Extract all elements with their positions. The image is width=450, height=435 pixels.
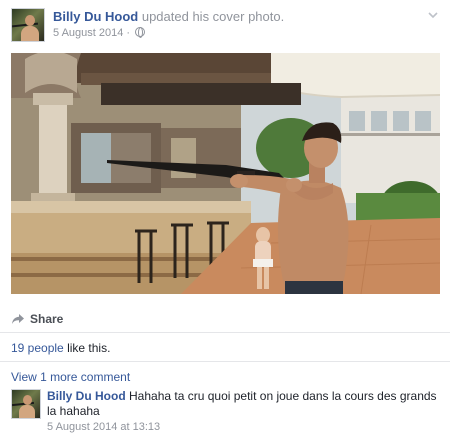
post-header: Billy Du Hood updated his cover photo. xyxy=(53,9,284,24)
post-action-text: updated his cover photo. xyxy=(141,9,285,24)
globe-icon[interactable] xyxy=(135,27,146,38)
meta-separator: · xyxy=(126,27,131,39)
view-more-comments-link[interactable]: View 1 more comment xyxy=(11,370,130,384)
share-label: Share xyxy=(30,312,64,326)
feed-post: Billy Du Hood updated his cover photo. 5… xyxy=(0,0,450,435)
share-arrow-icon xyxy=(12,314,24,324)
actions-divider xyxy=(0,332,450,333)
likes-suffix: like this. xyxy=(67,341,111,355)
comment-author-link[interactable]: Billy Du Hood xyxy=(47,389,126,403)
post-date-link[interactable]: 5 August 2014 xyxy=(53,27,123,39)
post-meta: 5 August 2014 · xyxy=(53,27,146,39)
author-name-link[interactable]: Billy Du Hood xyxy=(53,9,138,24)
share-button[interactable]: Share xyxy=(11,310,63,328)
chevron-down-icon[interactable] xyxy=(428,10,438,20)
likes-divider xyxy=(0,361,450,362)
likes-people-link[interactable]: 19 people xyxy=(11,341,64,355)
comment-item: Billy Du Hood Hahaha ta cru quoi petit o… xyxy=(47,389,437,419)
commenter-avatar[interactable] xyxy=(11,389,41,419)
author-avatar[interactable] xyxy=(11,8,45,42)
likes-summary: 19 people like this. xyxy=(11,341,110,355)
cover-photo[interactable] xyxy=(11,53,440,294)
cover-photo-scene xyxy=(11,53,440,294)
comment-timestamp[interactable]: 5 August 2014 at 13:13 xyxy=(47,421,160,433)
